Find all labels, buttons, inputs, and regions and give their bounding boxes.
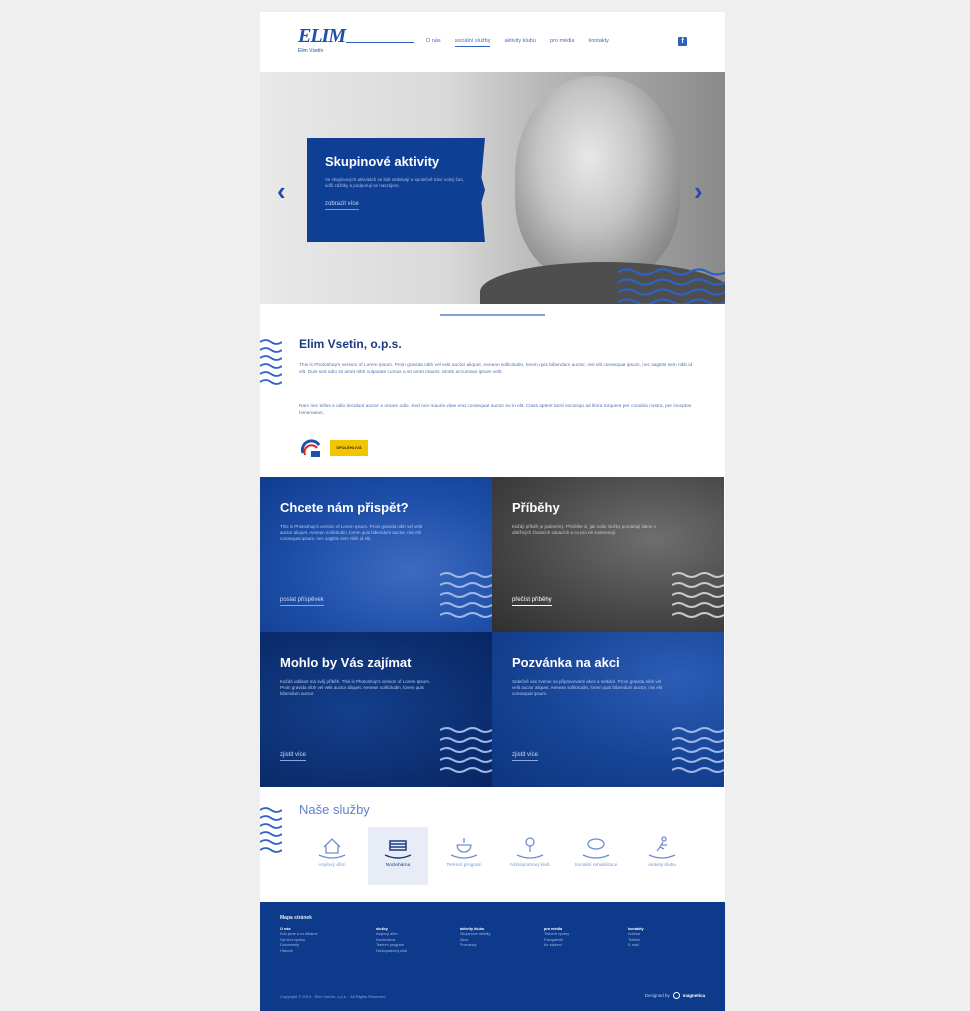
waves-icon: [440, 572, 492, 618]
card-link[interactable]: zjistit více: [512, 752, 539, 761]
designer-logo-icon: [672, 992, 680, 999]
service-item-socialni-rehabilitace[interactable]: Sociální rehabilitace: [566, 827, 626, 885]
reliability-badge: SPOLEHLIVÁ: [330, 440, 368, 456]
footer: Mapa stránek O nás Kdo jsme a co děláme …: [260, 902, 725, 1011]
logo-subtitle: Elim Vsetín: [298, 48, 324, 54]
sitemap-column: O nás Kdo jsme a co děláme Výroční zpráv…: [280, 927, 360, 954]
page: ELIM Elim Vsetín O nás sociální služby a…: [260, 12, 725, 1011]
about-paragraph: Nam nec tellus a odio tincidunt auctor a…: [299, 404, 692, 416]
nav-item-socialni-sluzby[interactable]: sociální služby: [454, 38, 491, 47]
certification-logo: [300, 439, 321, 457]
sitemap-column: pro média Tiskové zprávy Fotogalerie Ke …: [544, 927, 624, 949]
chevron-left-icon[interactable]: ‹: [277, 176, 286, 207]
card-stories[interactable]: Příběhy Každý příběh je jedinečný. Přečt…: [492, 477, 724, 632]
service-label: Azylový dům: [318, 863, 346, 868]
card-interest[interactable]: Mohlo by Vás zajímat Každá událost má sv…: [260, 632, 492, 787]
waves-icon: [618, 268, 725, 304]
card-title: Mohlo by Vás zajímat: [280, 655, 412, 670]
nav-item-kontakty[interactable]: kontakty: [588, 38, 608, 47]
waves-icon: [260, 339, 282, 385]
facebook-icon[interactable]: f: [678, 37, 687, 46]
card-title: Příběhy: [512, 500, 560, 515]
slider-indicator[interactable]: [440, 314, 545, 316]
about-title: Elim Vsetin, o.p.s.: [299, 337, 402, 351]
card-title: Chcete nám přispět?: [280, 500, 409, 515]
service-label: Nízkoprahový klub: [510, 863, 550, 868]
sitemap-column: služby Azylový dům Noclehárna Terénní pr…: [376, 927, 456, 954]
runner-icon: [648, 836, 676, 859]
service-item-terenni-program[interactable]: Terénní program: [434, 827, 494, 885]
designer-name: magnetica: [682, 993, 705, 998]
hero-title: Skupinové aktivity: [325, 154, 440, 169]
card-event-invite[interactable]: Pozvánka na akci Srdečně vás zveme na př…: [492, 632, 724, 787]
designed-by[interactable]: Designed by magnetica: [645, 992, 705, 999]
hero-text: Ve skupinových aktivitách se lidé setkáv…: [325, 177, 464, 188]
services-title: Naše služby: [299, 802, 370, 817]
sitemap-column: aktivity klubu Skupinové aktivity Akce P…: [460, 927, 540, 949]
service-item-nizkoprahovy-klub[interactable]: Nízkoprahový klub: [500, 827, 560, 885]
bed-icon: [384, 840, 412, 859]
service-label: Noclehárna: [385, 863, 411, 868]
sitemap-link[interactable]: Pozvánky: [460, 943, 540, 948]
header-divider: [346, 42, 414, 43]
main-nav: O nás sociální služby aktivity klubu pro…: [426, 38, 609, 47]
sitemap-title: Mapa stránek: [280, 915, 312, 921]
about-paragraph: This is Photoshop's version of Lorem Ips…: [299, 363, 693, 375]
house-icon: [318, 838, 346, 859]
sitemap-link[interactable]: Nízkoprahový klub: [376, 949, 456, 954]
waves-icon: [440, 727, 492, 773]
service-label: Terénní program: [446, 863, 482, 868]
nav-item-o-nas[interactable]: O nás: [426, 38, 441, 47]
sitemap-link[interactable]: E-mail: [628, 943, 708, 948]
service-item-azylovy-dum[interactable]: Azylový dům: [302, 827, 362, 885]
sitemap-link[interactable]: Ke stažení: [544, 943, 624, 948]
hero-caption-box: Skupinové aktivity Ve skupinových aktivi…: [307, 138, 485, 242]
service-item-nocleharna[interactable]: Noclehárna: [368, 827, 428, 885]
chevron-right-icon[interactable]: ›: [694, 176, 703, 207]
waves-icon: [672, 727, 724, 773]
nav-item-pro-media[interactable]: pro média: [550, 38, 574, 47]
copyright: Copyright © 2014 · Elim Vsetín, o.p.s. ·…: [280, 994, 386, 999]
waves-icon: [672, 572, 724, 618]
hero-slider: ‹ › Skupinové aktivity Ve skupinových ak…: [260, 72, 725, 304]
card-text: Každá událost má svůj příběh. This is Ph…: [280, 679, 431, 696]
card-link[interactable]: přečíst příběhy: [512, 597, 552, 606]
services-list: Azylový dům Noclehárna Terénní program N…: [302, 827, 692, 885]
service-label: Sociální rehabilitace: [574, 863, 618, 868]
hero-link[interactable]: zobrazit více: [325, 201, 359, 210]
hero-photo: [515, 76, 680, 281]
header: ELIM Elim Vsetín O nás sociální služby a…: [260, 12, 725, 72]
card-text: Každý příběh je jedinečný. Přečtěte si, …: [512, 524, 656, 535]
card-link[interactable]: poslat příspěvek: [280, 597, 324, 606]
person-icon: [516, 837, 544, 859]
bowl-icon: [450, 838, 478, 859]
sitemap-column: kontakty Adresa Telefon E-mail: [628, 927, 708, 949]
logo-mark: ELIM: [298, 25, 346, 47]
nav-item-aktivity-klubu[interactable]: aktivity klubu: [504, 38, 536, 47]
service-item-aktivity-klubu[interactable]: Aktivity klubu: [632, 827, 692, 885]
logo[interactable]: ELIM Elim Vsetín: [298, 25, 346, 62]
speech-bubble-icon: [582, 838, 610, 859]
card-donate[interactable]: Chcete nám přispět? This is Photoshop's …: [260, 477, 492, 632]
card-text: This is Photoshop's version of Lorem Ips…: [280, 524, 423, 541]
sitemap-link[interactable]: Historie: [280, 949, 360, 954]
card-title: Pozvánka na akci: [512, 655, 620, 670]
service-label: Aktivity klubu: [648, 863, 676, 868]
card-text: Srdečně vás zveme na připravované akce a…: [512, 679, 663, 696]
card-link[interactable]: zjistit více: [280, 752, 307, 761]
designed-by-label: Designed by: [644, 993, 670, 998]
waves-icon: [260, 807, 282, 853]
